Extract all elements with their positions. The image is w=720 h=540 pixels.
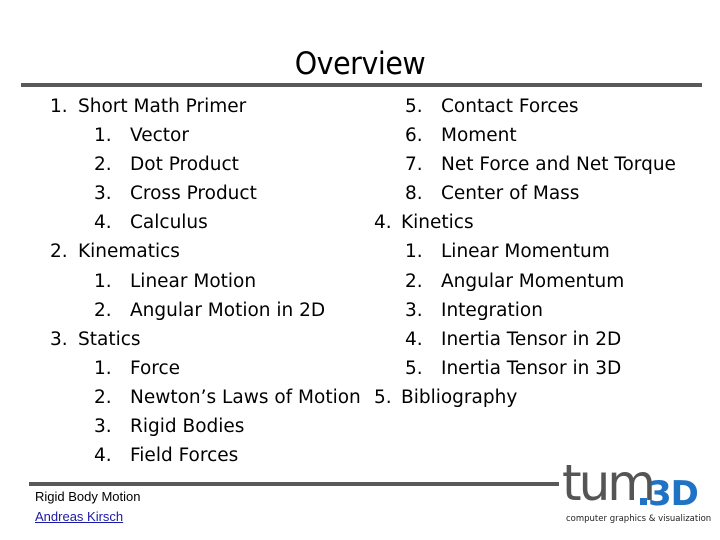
outline-number: 4.	[94, 212, 112, 234]
outline-subsection: 1. Vector	[50, 121, 361, 150]
outline-number: 5.	[374, 386, 392, 408]
outline-label: Inertia Tensor in 3D	[441, 357, 622, 379]
outline-subsection: 5. Contact Forces	[374, 92, 676, 121]
outline-label: Linear Momentum	[441, 241, 610, 263]
outline-label: Integration	[441, 299, 543, 321]
outline-subsection: 4. Field Forces	[50, 441, 361, 470]
outline-label: Center of Mass	[441, 183, 580, 205]
outline-label: Inertia Tensor in 2D	[441, 328, 622, 350]
outline-label: Calculus	[130, 212, 208, 234]
outline-number: 2.	[94, 386, 112, 408]
outline-label: Dot Product	[130, 154, 239, 176]
slide-title: Overview	[294, 46, 426, 82]
outline-section: 1. Short Math Primer	[50, 92, 361, 121]
outline-label: Bibliography	[401, 386, 518, 408]
outline-subsection: 3. Cross Product	[50, 179, 361, 208]
outline-subsection: 3. Rigid Bodies	[50, 412, 361, 441]
outline-label: Net Force and Net Torque	[441, 154, 676, 176]
outline-label: Newton’s Laws of Motion	[130, 386, 361, 408]
outline-number: 3.	[50, 328, 68, 350]
outline-number: 1.	[50, 96, 68, 117]
outline-number: 2.	[94, 299, 112, 321]
footer-author-link[interactable]: Andreas Kirsch	[35, 509, 123, 524]
outline-number: 4.	[405, 328, 423, 350]
outline-subsection: 7. Net Force and Net Torque	[374, 150, 676, 179]
outline-label: Linear Motion	[130, 270, 257, 292]
outline-number: 3.	[94, 183, 112, 205]
outline-label: Cross Product	[130, 183, 257, 205]
outline-number: 1.	[94, 357, 112, 379]
outline-label: Contact Forces	[441, 96, 579, 117]
outline-subsection: 1. Linear Motion	[50, 267, 361, 296]
outline-label: Vector	[130, 125, 189, 147]
outline-subsection: 8. Center of Mass	[374, 179, 676, 208]
outline-number: 3.	[94, 416, 112, 438]
logo-tagline: computer graphics & visualization	[566, 514, 712, 524]
outline-subsection: 2. Angular Momentum	[374, 267, 676, 296]
title-divider	[21, 83, 702, 87]
outline-number: 1.	[405, 241, 423, 263]
outline-label: Rigid Bodies	[130, 416, 245, 438]
outline-label: Force	[130, 357, 181, 379]
outline-number: 2.	[50, 241, 68, 263]
outline-number: 2.	[94, 154, 112, 176]
outline-section: 4. Kinetics	[374, 208, 676, 237]
outline-label: Kinematics	[78, 241, 180, 263]
outline-subsection: 4. Calculus	[50, 208, 361, 237]
outline-subsection: 1. Force	[50, 354, 361, 383]
outline-section: 2. Kinematics	[50, 237, 361, 266]
outline-label: Field Forces	[130, 445, 239, 467]
outline-label: Moment	[441, 125, 517, 147]
footer-divider	[29, 482, 559, 486]
outline-number: 4.	[94, 445, 112, 467]
outline-label: Kinetics	[401, 212, 474, 234]
outline-right-column: 5. Contact Forces 6. Moment 7. Net Force and …	[374, 92, 676, 412]
outline-subsection: 2. Dot Product	[50, 150, 361, 179]
outline-subsection: 2. Newton’s Laws of Motion	[50, 383, 361, 412]
outline-label: Angular Motion in 2D	[130, 299, 326, 321]
outline-number: 3.	[405, 299, 423, 321]
logo-3d-text: 3D	[648, 474, 699, 514]
outline-subsection: 2. Angular Motion in 2D	[50, 296, 361, 325]
outline-number: 1.	[94, 125, 112, 147]
outline-number: 8.	[405, 183, 423, 205]
footer-course-title: Rigid Body Motion	[35, 489, 141, 504]
outline-number: 5.	[405, 96, 423, 117]
outline-label: Angular Momentum	[441, 270, 625, 292]
outline-section: 3. Statics	[50, 325, 361, 354]
outline-subsection: 4. Inertia Tensor in 2D	[374, 325, 676, 354]
outline-label: Short Math Primer	[78, 96, 247, 117]
outline-left-column: 1. Short Math Primer 1. Vector 2. Dot Product…	[50, 92, 361, 470]
outline-subsection: 5. Inertia Tensor in 3D	[374, 354, 676, 383]
outline-subsection: 3. Integration	[374, 296, 676, 325]
logo-dot	[640, 498, 647, 505]
outline-subsection: 6. Moment	[374, 121, 676, 150]
outline-number: 1.	[94, 270, 112, 292]
outline-section: 5. Bibliography	[374, 383, 676, 412]
outline-number: 2.	[405, 270, 423, 292]
tum3d-logo: tum 3D computer graphics & visualization	[560, 454, 712, 526]
outline-number: 6.	[405, 125, 423, 147]
outline-subsection: 1. Linear Momentum	[374, 237, 676, 266]
outline-number: 5.	[405, 357, 423, 379]
outline-number: 4.	[374, 212, 392, 234]
outline-label: Statics	[78, 328, 141, 350]
outline-number: 7.	[405, 154, 423, 176]
